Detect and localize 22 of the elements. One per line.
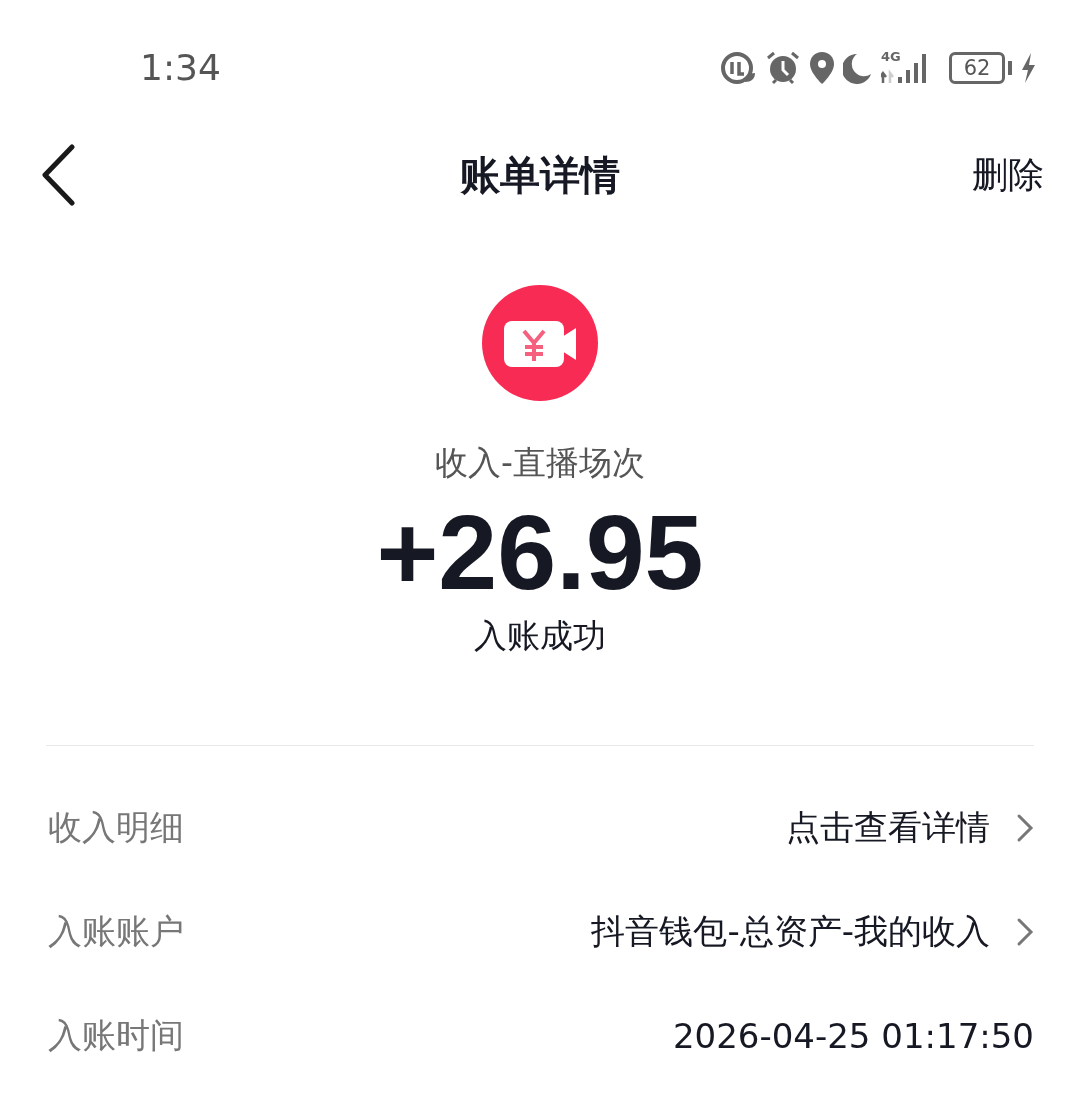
transaction-category: 收入-直播场次 [435, 442, 645, 484]
battery-indicator: 62 [949, 51, 1005, 84]
network-type: 4G [881, 48, 901, 64]
detail-label: 入账时间 [48, 1013, 184, 1057]
transaction-status: 入账成功 [474, 614, 606, 657]
moon-icon [843, 51, 873, 84]
chevron-right-icon[interactable] [1016, 812, 1034, 843]
back-icon[interactable] [40, 144, 76, 206]
data-saver-icon [719, 49, 757, 86]
detail-label: 收入明细 [48, 805, 184, 849]
delete-button[interactable]: 删除 [972, 150, 1044, 200]
page-title: 账单详情 [460, 150, 620, 200]
status-time: 1:34 [140, 47, 221, 88]
detail-value[interactable]: 抖音钱包-总资产-我的收入 [591, 908, 990, 955]
detail-value: 2026-04-25 01:17:50 [672, 1015, 1034, 1056]
video-income-icon [482, 285, 598, 401]
detail-value[interactable]: 点击查看详情 [786, 804, 990, 851]
location-icon [809, 50, 835, 85]
transaction-amount: +26.95 [376, 492, 704, 613]
chevron-right-icon[interactable] [1016, 916, 1034, 947]
detail-label: 入账账户 [48, 909, 184, 953]
alarm-icon [765, 49, 801, 86]
